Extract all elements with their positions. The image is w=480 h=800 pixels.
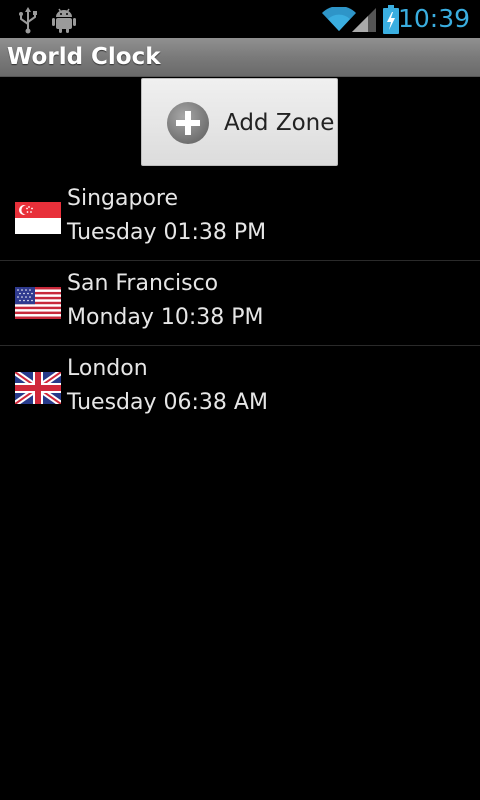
screen: 10:39 World Clock Add Zone Singapore Tue… [0,0,480,800]
signal-icon [352,8,376,32]
usb-icon [19,7,37,34]
zone-list: Singapore Tuesday 01:38 PM San Francisco… [0,176,480,430]
app-title: World Clock [7,44,161,70]
usa-flag-icon [15,287,61,319]
plus-circle-icon [167,102,209,144]
zone-time: Tuesday 06:38 AM [67,390,268,415]
zone-time: Tuesday 01:38 PM [67,220,267,245]
zone-row-san-francisco[interactable]: San Francisco Monday 10:38 PM [0,261,480,346]
zone-city: San Francisco [67,271,219,296]
add-zone-button[interactable]: Add Zone [141,78,338,166]
zone-city: London [67,356,148,381]
zone-city: Singapore [67,186,178,211]
zone-row-london[interactable]: London Tuesday 06:38 AM [0,346,480,430]
uk-flag-icon [15,372,61,404]
status-bar: 10:39 [0,0,480,38]
zone-row-singapore[interactable]: Singapore Tuesday 01:38 PM [0,176,480,261]
add-zone-label: Add Zone [224,110,335,136]
android-debug-icon [52,8,76,33]
singapore-flag-icon [15,202,61,234]
zone-time: Monday 10:38 PM [67,305,264,330]
status-clock: 10:39 [397,4,470,33]
title-bar: World Clock [0,38,480,77]
